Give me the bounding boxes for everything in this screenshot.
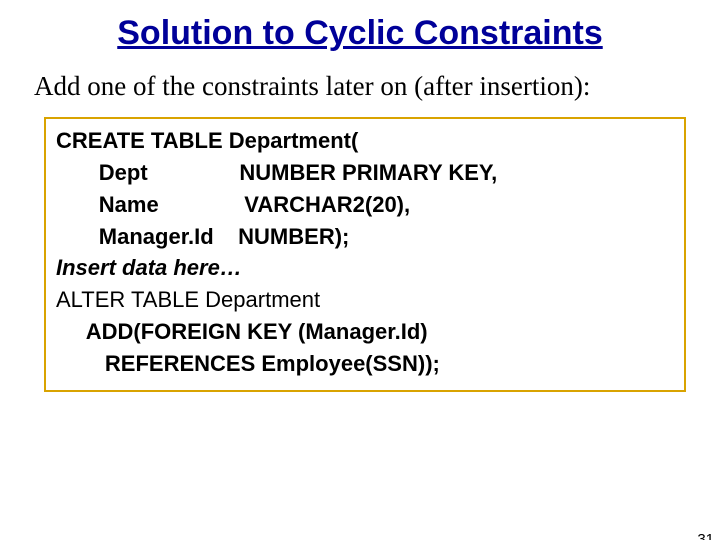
code-line-4: Manager.Id NUMBER); <box>56 221 674 253</box>
slide-title: Solution to Cyclic Constraints <box>0 14 720 53</box>
code-line-7: ADD(FOREIGN KEY (Manager.Id) <box>56 316 674 348</box>
code-line-1: CREATE TABLE Department( <box>56 125 674 157</box>
code-line-6: ALTER TABLE Department <box>56 284 674 316</box>
code-line-2: Dept NUMBER PRIMARY KEY, <box>56 157 674 189</box>
code-line-3: Name VARCHAR2(20), <box>56 189 674 221</box>
page-number: 31 <box>697 531 714 540</box>
slide: Solution to Cyclic Constraints Add one o… <box>0 14 720 540</box>
code-line-5: Insert data here… <box>56 252 674 284</box>
code-line-8: REFERENCES Employee(SSN)); <box>56 348 674 380</box>
intro-text: Add one of the constraints later on (aft… <box>34 71 692 103</box>
code-box: CREATE TABLE Department( Dept NUMBER PRI… <box>44 117 686 392</box>
